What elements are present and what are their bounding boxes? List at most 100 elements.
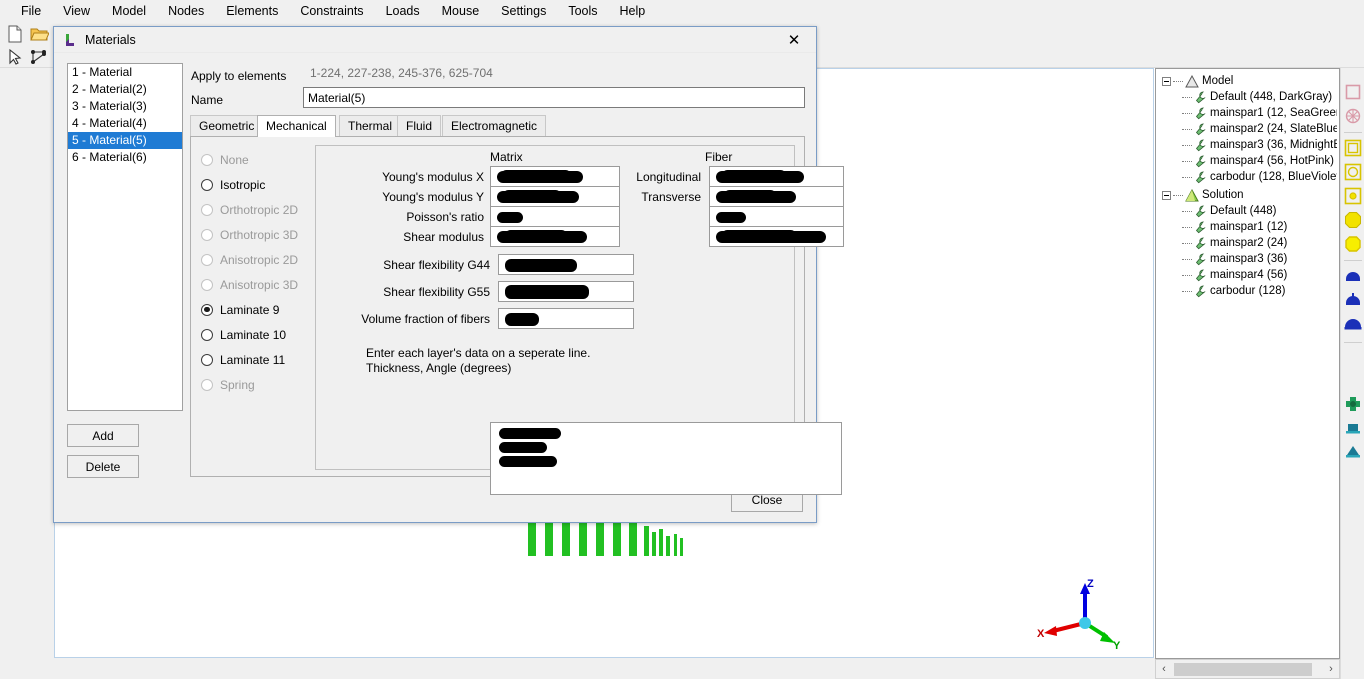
tree-item-solution-2[interactable]: mainspar2 (24) [1162,235,1337,251]
matrix-poissons-ratio-input[interactable] [490,206,620,227]
tree-label: mainspar1 (12) [1210,221,1288,233]
yellow-octagon-outline-icon[interactable] [1343,234,1363,254]
fiber-longitudinal-input[interactable] [709,166,844,187]
blue-dome-pin-icon[interactable] [1343,290,1363,310]
radio-laminate-10[interactable]: Laminate 10 [201,322,313,347]
radio-isotropic[interactable]: Isotropic [201,172,313,197]
tree-item-solution-5[interactable]: carbodur (128) [1162,283,1337,299]
menu-elements[interactable]: Elements [215,2,289,20]
model-tree-panel[interactable]: Model Default (448, DarkGray) mainspar1 … [1155,68,1340,659]
menu-constraints[interactable]: Constraints [289,2,374,20]
radio-laminate-11[interactable]: Laminate 11 [201,347,313,372]
tab-thermal[interactable]: Thermal [339,115,402,136]
node-element-icon[interactable] [29,47,49,67]
yellow-square-dot-icon[interactable] [1343,186,1363,206]
close-icon[interactable]: ✕ [772,27,816,53]
tree-line [1182,290,1192,292]
radio-indicator[interactable] [201,328,213,341]
dialog-title-bar[interactable]: Materials ✕ [54,27,816,53]
tree-label: mainspar4 (56) [1210,269,1288,281]
volume-fraction-input[interactable] [498,308,634,329]
list-item[interactable]: 6 - Material(6) [68,149,182,166]
tree-item-solution-0[interactable]: Default (448) [1162,203,1337,219]
tree-item-model-0[interactable]: Default (448, DarkGray) [1162,89,1337,105]
tree-line [1182,96,1192,98]
scroll-right-arrow[interactable]: › [1323,663,1339,675]
menu-settings[interactable]: Settings [490,2,557,20]
name-input[interactable] [303,87,805,108]
radio-indicator-selected[interactable] [201,303,213,316]
menu-model[interactable]: Model [101,2,157,20]
yellow-octagon-filled-icon[interactable] [1343,210,1363,230]
tab-fluid[interactable]: Fluid [397,115,442,136]
scroll-thumb[interactable] [1174,662,1312,676]
material-listbox[interactable]: 1 - Material 2 - Material(2) 3 - Materia… [67,63,183,411]
tree-horizontal-scrollbar[interactable]: ‹ › [1155,659,1340,679]
add-button[interactable]: Add [67,424,139,447]
yellow-square-circle-icon[interactable] [1343,162,1363,182]
tab-geometric[interactable]: Geometric [190,115,264,136]
matrix-shear-modulus-input[interactable] [490,226,620,247]
material-model-radio-group: None Isotropic Orthotropic 2D Orthotropi… [201,147,313,397]
apply-to-elements-input[interactable] [306,63,805,83]
green-cross-node-icon[interactable] [1343,394,1363,414]
tree-label: carbodur (128) [1210,285,1286,297]
radio-anisotropic-3d: Anisotropic 3D [201,272,313,297]
radio-label: Orthotropic 3D [220,227,299,242]
tree-line [1182,176,1192,178]
blue-dome-wide-icon[interactable] [1343,314,1363,334]
tree-line [1182,128,1192,130]
scroll-left-arrow[interactable]: ‹ [1156,663,1172,675]
pink-wheel-icon[interactable] [1343,106,1363,126]
scroll-track[interactable] [1172,662,1323,676]
radio-label: Isotropic [220,177,266,192]
list-item-selected[interactable]: 5 - Material(5) [68,132,182,149]
tree-node-solution[interactable]: Solution [1162,187,1337,203]
tree-item-model-3[interactable]: mainspar3 (36, MidnightBl [1162,137,1337,153]
list-item[interactable]: 2 - Material(2) [68,81,182,98]
materials-dialog[interactable]: Materials ✕ 1 - Material 2 - Material(2)… [53,26,844,523]
delete-button[interactable]: Delete [67,455,139,478]
tree-item-model-1[interactable]: mainspar1 (12, SeaGreen) [1162,105,1337,121]
material-wrench-icon [1194,237,1207,250]
new-file-icon[interactable] [5,24,25,44]
tree-item-model-5[interactable]: carbodur (128, BlueViolet) [1162,169,1337,185]
tree-item-solution-4[interactable]: mainspar4 (56) [1162,267,1337,283]
pink-square-icon[interactable] [1343,82,1363,102]
menu-view[interactable]: View [52,2,101,20]
list-item[interactable]: 3 - Material(3) [68,98,182,115]
radio-indicator[interactable] [201,353,213,366]
expander-icon[interactable] [1162,190,1171,200]
menu-file[interactable]: File [10,2,52,20]
layer-data-textarea[interactable] [490,422,842,495]
menu-help[interactable]: Help [609,2,657,20]
tree-item-solution-1[interactable]: mainspar1 (12) [1162,219,1337,235]
menu-loads[interactable]: Loads [375,2,431,20]
teal-cone-support-icon[interactable] [1343,442,1363,462]
tab-mechanical[interactable]: Mechanical [257,115,336,137]
tree-node-model[interactable]: Model [1162,73,1337,89]
tab-electromagnetic[interactable]: Electromagnetic [442,115,547,136]
shear-flexibility-g44-input[interactable] [498,254,634,275]
fiber-shear-modulus-input[interactable] [709,226,844,247]
tree-item-model-4[interactable]: mainspar4 (56, HotPink) [1162,153,1337,169]
menu-mouse[interactable]: Mouse [431,2,491,20]
expander-icon[interactable] [1162,76,1171,86]
fiber-poissons-ratio-input[interactable] [709,206,844,227]
select-arrow-icon[interactable] [5,47,25,67]
list-item[interactable]: 1 - Material [68,64,182,81]
radio-laminate-9[interactable]: Laminate 9 [201,297,313,322]
list-item[interactable]: 4 - Material(4) [68,115,182,132]
radio-indicator[interactable] [201,178,213,191]
teal-support-icon[interactable] [1343,418,1363,438]
yellow-square-outline-icon[interactable] [1343,138,1363,158]
fiber-transverse-input[interactable] [709,186,844,207]
menu-tools[interactable]: Tools [557,2,608,20]
tree-item-solution-3[interactable]: mainspar3 (36) [1162,251,1337,267]
tree-item-model-2[interactable]: mainspar2 (24, SlateBlue) [1162,121,1337,137]
shear-flexibility-g55-input[interactable] [498,281,634,302]
blue-dome-icon[interactable] [1343,266,1363,286]
tree-label: Default (448, DarkGray) [1210,91,1333,103]
open-folder-icon[interactable] [29,24,50,44]
menu-nodes[interactable]: Nodes [157,2,215,20]
